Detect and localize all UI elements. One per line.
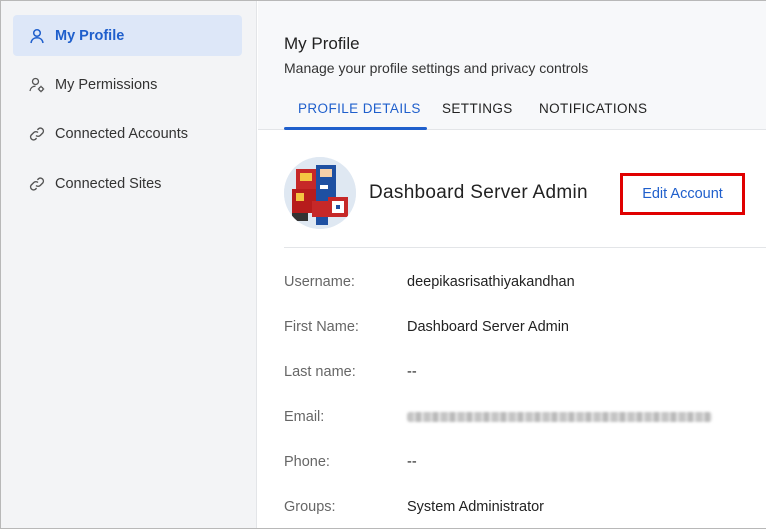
- sidebar: My Profile My Permissions Connected Acco…: [1, 1, 257, 528]
- detail-value: --: [407, 364, 417, 380]
- user-gear-icon: [29, 77, 45, 93]
- link-icon: [29, 126, 45, 142]
- sidebar-item-my-profile[interactable]: My Profile: [13, 15, 242, 56]
- blurred-email-value: [407, 412, 712, 422]
- sidebar-item-label: My Permissions: [55, 76, 158, 93]
- tab-settings[interactable]: SETTINGS: [442, 101, 513, 116]
- page-title: My Profile: [284, 34, 360, 53]
- edit-account-button[interactable]: Edit Account: [620, 173, 745, 215]
- detail-label: Last name:: [284, 364, 356, 380]
- detail-label: First Name:: [284, 319, 359, 335]
- detail-label: Email:: [284, 409, 325, 425]
- sidebar-item-connected-sites[interactable]: Connected Sites: [13, 163, 242, 204]
- detail-value: System Administrator: [407, 499, 544, 515]
- detail-label: Phone:: [284, 454, 330, 470]
- detail-label: Groups:: [284, 499, 336, 515]
- sidebar-item-label: My Profile: [55, 27, 125, 44]
- active-tab-indicator: [284, 127, 427, 130]
- sidebar-item-label: Connected Accounts: [55, 125, 189, 142]
- link-icon: [29, 176, 45, 192]
- sidebar-item-connected-accounts[interactable]: Connected Accounts: [13, 113, 242, 154]
- divider: [284, 247, 766, 248]
- main-content: My Profile Manage your profile settings …: [258, 1, 766, 528]
- page-subtitle: Manage your profile settings and privacy…: [284, 60, 589, 76]
- detail-value: Dashboard Server Admin: [407, 319, 569, 335]
- detail-value: --: [407, 454, 417, 470]
- detail-label: Username:: [284, 274, 355, 290]
- user-icon: [29, 28, 45, 44]
- tab-profile-details[interactable]: PROFILE DETAILS: [298, 101, 421, 116]
- page-header: My Profile Manage your profile settings …: [258, 1, 766, 130]
- sidebar-item-label: Connected Sites: [55, 175, 162, 192]
- tab-notifications[interactable]: NOTIFICATIONS: [539, 101, 647, 116]
- sidebar-item-my-permissions[interactable]: My Permissions: [13, 64, 242, 105]
- profile-name: Dashboard Server Admin: [369, 182, 588, 203]
- detail-value: deepikasrisathiyakandhan: [407, 274, 575, 290]
- avatar: [284, 157, 356, 229]
